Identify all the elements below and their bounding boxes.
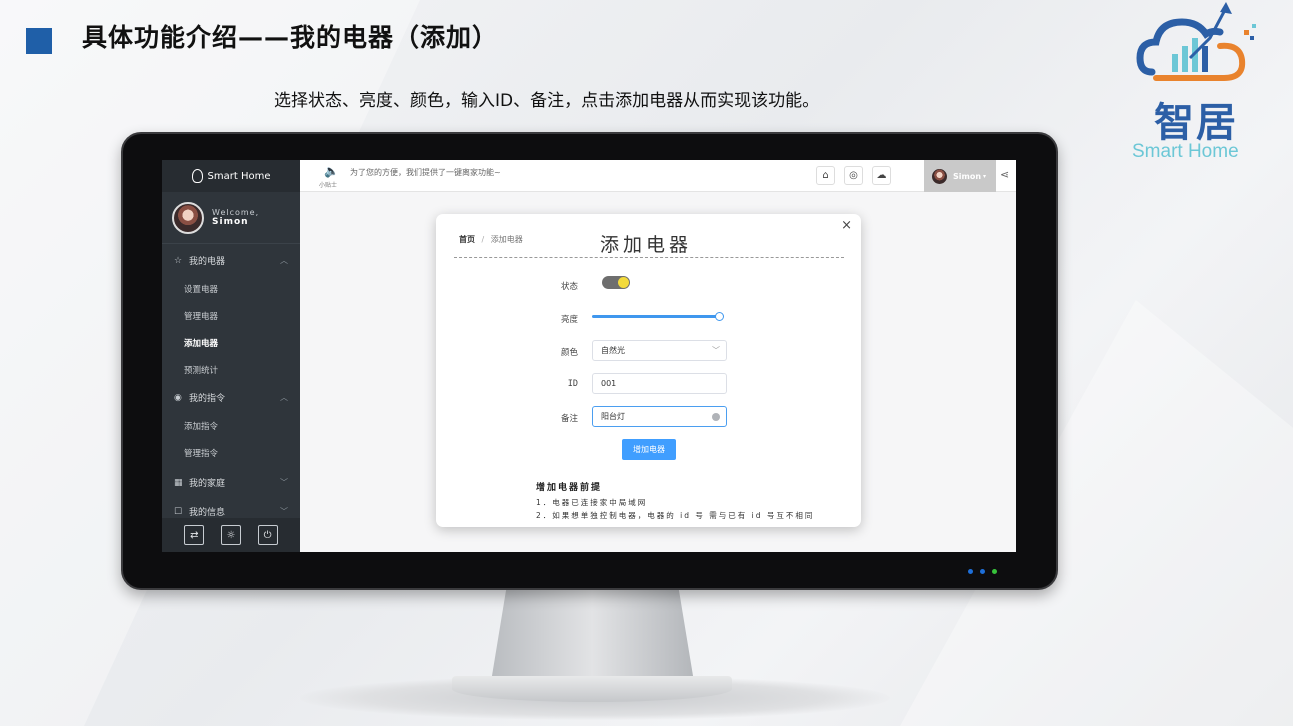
chevron-down-icon: ﹀ — [280, 478, 288, 487]
chevron-down-icon: ﹀ — [712, 346, 720, 355]
sidebar: Smart Home Welcome, Simon ☆ 我的电器 ︿ 设置电器 … — [162, 160, 300, 552]
status-toggle[interactable] — [602, 276, 630, 289]
breadcrumb-home[interactable]: 首页 — [459, 235, 475, 244]
power-icon[interactable]: ⏻ — [257, 525, 278, 545]
cloud-icon[interactable]: ☁ — [872, 166, 891, 185]
bulb-logo-icon — [191, 169, 203, 183]
id-label: ID — [567, 379, 578, 389]
sidebar-group-label: 我的信息 — [189, 508, 226, 518]
id-input[interactable]: 001 — [592, 373, 727, 394]
note-input-value: 阳台灯 — [601, 412, 625, 421]
grid-icon: ▦ — [174, 477, 183, 488]
sidebar-group-appliances[interactable]: ☆ 我的电器 ︿ — [162, 246, 300, 275]
speaker-icon: 🔈 — [324, 164, 339, 178]
monitor-led — [992, 569, 997, 574]
user-menu[interactable]: Simon ▾ — [924, 160, 996, 192]
wifi-icon[interactable]: ◎ — [844, 166, 863, 185]
bulb-icon[interactable]: ☼ — [220, 525, 241, 545]
topbar: 🔈 小贴士 为了您的方便，我们提供了一键离家功能~ ⌂ ◎ ☁ Simon ▾ … — [300, 160, 1016, 192]
prerequisites-title: 增加电器前提 — [536, 483, 603, 493]
note-label: 备注 — [560, 414, 578, 424]
sidebar-item-add-command[interactable]: 添加指令 — [162, 412, 300, 439]
brand-label: Smart Home — [207, 170, 271, 182]
brightness-slider-track[interactable] — [592, 315, 718, 318]
target-icon: ◉ — [174, 392, 182, 403]
caret-down-icon: ▾ — [983, 172, 987, 180]
user-menu-label: Simon — [953, 171, 982, 181]
prerequisite-item: 1．电器已连接家中局域网 — [536, 498, 648, 507]
username: Simon — [212, 217, 249, 227]
sidebar-group-commands[interactable]: ◉ 我的指令 ︿ — [162, 383, 300, 412]
note-input[interactable]: 阳台灯 — [592, 406, 727, 427]
avatar — [932, 168, 947, 184]
sidebar-group-label: 我的家庭 — [189, 479, 226, 489]
prerequisites: 增加电器前提 1．电器已连接家中局域网 2．如果想单独控制电器，电器的 id 号… — [536, 480, 814, 522]
avatar[interactable] — [172, 201, 204, 234]
brightness-slider-handle[interactable] — [715, 312, 724, 321]
star-icon: ☆ — [174, 255, 183, 266]
monitor-stand — [490, 588, 695, 688]
sidebar-item-set-appliance[interactable]: 设置电器 — [162, 275, 300, 302]
toggle-knob — [618, 277, 629, 288]
clear-icon[interactable] — [712, 412, 720, 421]
welcome-text: Welcome, — [212, 208, 260, 217]
sidebar-group-label: 我的电器 — [189, 257, 226, 267]
breadcrumb-current: 添加电器 — [490, 235, 523, 244]
slide-subtitle: 选择状态、亮度、颜色，输入ID、备注，点击添加电器从而实现该功能。 — [274, 91, 820, 111]
logo-text-en: Smart Home — [1132, 141, 1239, 162]
swap-icon[interactable]: ⇄ — [184, 525, 205, 545]
sidebar-item-manage-command[interactable]: 管理指令 — [162, 439, 300, 466]
slide-title: 具体功能介绍——我的电器（添加） — [82, 23, 499, 52]
app-screen: Smart Home Welcome, Simon ☆ 我的电器 ︿ 设置电器 … — [162, 160, 1016, 552]
notice-text: 为了您的方便，我们提供了一键离家功能~ — [350, 168, 501, 177]
color-select-value: 自然光 — [601, 346, 625, 355]
sidebar-group-family[interactable]: ▦ 我的家庭 ﹀ — [162, 468, 300, 497]
sidebar-item-manage-appliance[interactable]: 管理电器 — [162, 302, 300, 329]
prerequisite-item: 2．如果想单独控制电器，电器的 id 号 需与已有 id 号互不相同 — [536, 511, 815, 520]
tips-label: 小贴士 — [319, 182, 338, 189]
chevron-down-icon: ﹀ — [280, 507, 288, 516]
monitor-led — [968, 569, 973, 574]
sidebar-item-add-appliance[interactable]: 添加电器 — [162, 329, 300, 356]
home-icon[interactable]: ⌂ — [816, 166, 835, 185]
chevron-up-icon: ︿ — [280, 256, 288, 265]
color-label: 颜色 — [560, 348, 578, 358]
breadcrumb-separator: / — [481, 235, 485, 244]
add-appliance-dialog: × 首页 / 添加电器 添加电器 状态 亮度 颜色 自然光 ﹀ ID 001 备… — [436, 214, 861, 527]
divider — [454, 257, 844, 258]
user-profile: Welcome, Simon — [162, 192, 300, 244]
brightness-label: 亮度 — [560, 315, 578, 325]
title-marker — [26, 28, 52, 54]
sidebar-group-label: 我的指令 — [189, 394, 226, 404]
close-icon[interactable]: × — [841, 218, 852, 233]
sidebar-footer: ⇄ ☼ ⏻ — [162, 518, 300, 552]
sidebar-item-prediction[interactable]: 预测统计 — [162, 356, 300, 383]
add-appliance-button[interactable]: 增加电器 — [622, 439, 676, 460]
id-input-value: 001 — [601, 379, 617, 388]
share-icon[interactable]: ⋖ — [1000, 168, 1009, 181]
logo-text-cn: 智居 — [1154, 100, 1238, 146]
edit-icon: ☐ — [174, 506, 183, 517]
sidebar-brand[interactable]: Smart Home — [162, 160, 300, 192]
monitor-foot — [452, 676, 732, 702]
dialog-title: 添加电器 — [600, 234, 693, 256]
chevron-up-icon: ︿ — [280, 393, 288, 402]
breadcrumb: 首页 / 添加电器 — [459, 234, 523, 245]
color-select[interactable]: 自然光 ﹀ — [592, 340, 727, 361]
status-label: 状态 — [560, 282, 578, 292]
monitor-led — [980, 569, 985, 574]
